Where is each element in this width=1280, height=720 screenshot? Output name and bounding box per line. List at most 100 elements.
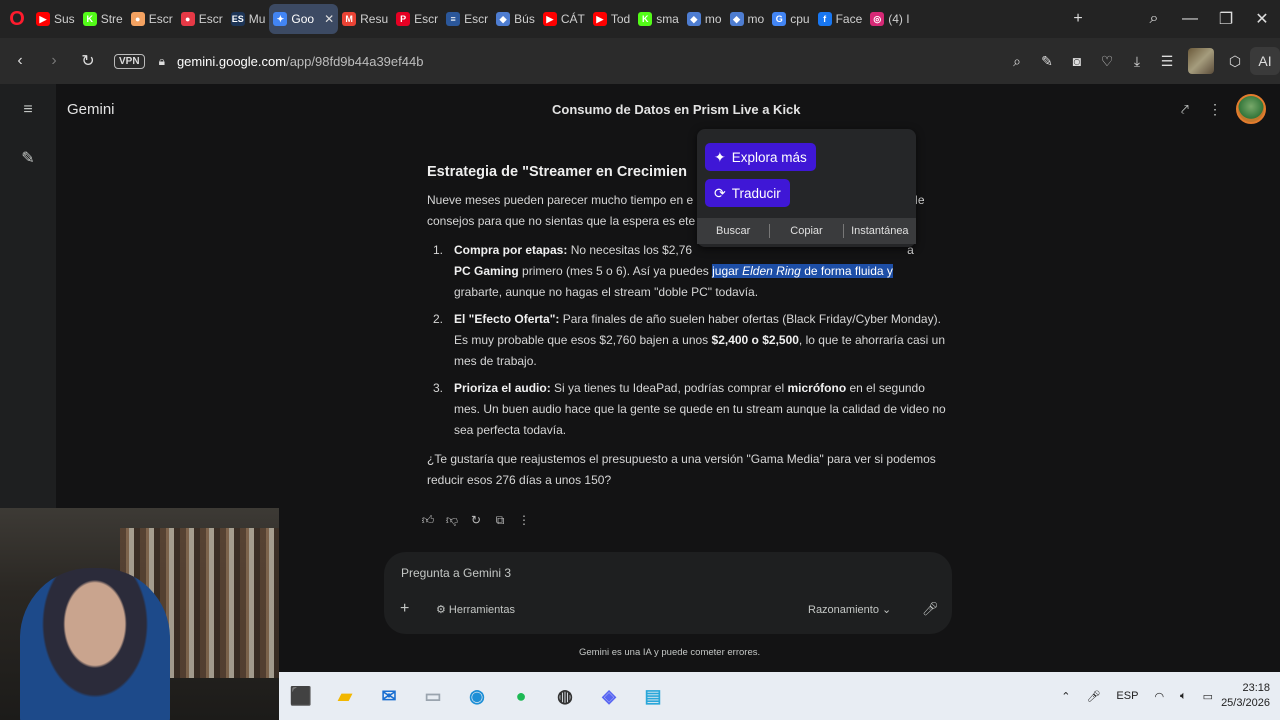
- snapshot-button[interactable]: Instantánea: [844, 225, 916, 237]
- wifi-icon[interactable]: ◠: [1154, 690, 1164, 703]
- browser-tab[interactable]: M Resu: [338, 4, 392, 34]
- item-text: No necesitas los $2,76: [567, 243, 693, 257]
- opera-logo-icon[interactable]: O: [6, 8, 28, 30]
- browser-tab[interactable]: ▶ Sus: [32, 4, 79, 34]
- download-icon[interactable]: ⤓: [1122, 53, 1152, 70]
- edge-icon[interactable]: ◉: [455, 672, 499, 720]
- close-window-icon[interactable]: ✕: [1244, 9, 1280, 29]
- camera-icon[interactable]: ◙: [1062, 53, 1092, 69]
- search-tabs-icon[interactable]: ⌕: [1136, 10, 1172, 28]
- selected-text[interactable]: jugar Elden Ring de forma fluida y: [712, 264, 893, 278]
- share-icon[interactable]: ⤤: [1170, 101, 1200, 118]
- more-icon[interactable]: ⋮: [516, 513, 532, 528]
- doc-icon: ≡: [446, 12, 461, 26]
- tab-label: Sus: [54, 12, 75, 26]
- clock[interactable]: 23:18 25/3/2026: [1221, 681, 1270, 711]
- browser-tab[interactable]: ◎ (4) I: [866, 4, 913, 34]
- search-icon[interactable]: ⌕: [1002, 53, 1032, 70]
- popup-action-bar: Buscar Copiar Instantánea: [697, 218, 916, 244]
- browser-tab[interactable]: Ksma: [634, 4, 683, 34]
- edit-icon[interactable]: ✎: [1032, 53, 1062, 70]
- spotify-icon[interactable]: ●: [499, 672, 543, 720]
- browser-tab[interactable]: ● Escr: [177, 4, 227, 34]
- acrobat-icon[interactable]: ⬛: [279, 672, 323, 720]
- volume-icon[interactable]: 🔈︎: [1180, 690, 1187, 703]
- youtube-icon: ▶: [592, 12, 607, 26]
- translate-button[interactable]: ⟳ Traducir: [705, 179, 790, 207]
- google-icon: G: [772, 12, 787, 26]
- selected-text-em: Elden Ring: [742, 264, 801, 278]
- back-icon[interactable]: ‹: [4, 52, 36, 70]
- minimize-icon[interactable]: —: [1172, 10, 1208, 28]
- url-host: gemini.google.com: [176, 53, 287, 69]
- tab-label: Escr: [414, 12, 439, 26]
- chevron-up-icon[interactable]: ⌃: [1061, 690, 1070, 703]
- reload-icon[interactable]: ↻: [72, 51, 104, 71]
- item-text: grabarte, aunque no hagas el stream "dob…: [454, 285, 759, 299]
- thumbs-up-icon[interactable]: 👍︎: [420, 513, 436, 528]
- tab-label: sma: [656, 12, 679, 26]
- browser-tab[interactable]: ✦ Goo ✕: [269, 4, 339, 34]
- cube-icon[interactable]: ⬡: [1220, 53, 1250, 70]
- thumbs-down-icon[interactable]: 👎︎: [444, 513, 460, 528]
- browser-tab[interactable]: ◆ mo: [683, 4, 726, 34]
- file-explorer-icon[interactable]: ▰: [323, 672, 367, 720]
- obs-icon[interactable]: ◍: [543, 672, 587, 720]
- aria-ai-button[interactable]: AI: [1250, 47, 1280, 75]
- browser-tab[interactable]: Gcpu: [768, 4, 813, 34]
- notepad-icon[interactable]: ▤: [631, 672, 675, 720]
- outlook-icon[interactable]: ✉: [367, 672, 411, 720]
- discord-icon[interactable]: ◈: [587, 672, 631, 720]
- list-item: 1. Compra por etapas: No necesitas los $…: [427, 240, 952, 303]
- battery-icon[interactable]: ▭: [1203, 690, 1213, 703]
- tools-button[interactable]: ⚙︎ Herramientas: [436, 603, 515, 616]
- browser-tab[interactable]: ◆ Bús: [492, 4, 539, 34]
- prompt-composer: Pregunta a Gemini 3 + ⚙︎ Herramientas Ra…: [384, 552, 952, 634]
- mic-icon[interactable]: 🎤︎: [922, 601, 939, 617]
- regenerate-icon[interactable]: ↻: [468, 513, 484, 528]
- prompt-input[interactable]: Pregunta a Gemini 3: [401, 566, 511, 580]
- item-title: Compra por etapas:: [454, 243, 568, 257]
- browser-tab[interactable]: P Escr: [392, 4, 442, 34]
- new-chat-icon[interactable]: ✎: [16, 148, 40, 168]
- tab-label: mo: [704, 12, 722, 26]
- es-icon: ES: [230, 12, 245, 26]
- profile-picture[interactable]: [1188, 48, 1214, 74]
- add-tab-icon[interactable]: +: [1060, 10, 1096, 28]
- close-tab-icon[interactable]: ✕: [324, 12, 334, 26]
- mode-label: Razonamiento: [808, 604, 879, 616]
- heart-icon[interactable]: ♡: [1092, 53, 1122, 70]
- tab-label: Escr: [198, 12, 223, 26]
- explore-more-button[interactable]: ✦ Explora más: [705, 143, 816, 171]
- browser-tab[interactable]: ▶ Tod: [589, 4, 634, 34]
- lock-icon[interactable]: 🔒︎: [159, 54, 165, 69]
- mode-selector[interactable]: Razonamiento ⌄: [808, 603, 891, 616]
- avatar[interactable]: [1236, 94, 1266, 124]
- gemini-brand[interactable]: Gemini: [67, 101, 115, 118]
- browser-tab[interactable]: ES Mu: [227, 4, 270, 34]
- add-icon[interactable]: +: [400, 600, 409, 618]
- list-item: 2. El "Efecto Oferta": Para finales de a…: [427, 309, 952, 372]
- language-indicator[interactable]: ESP: [1116, 690, 1138, 702]
- browser-tab[interactable]: K Stre: [79, 4, 127, 34]
- copy-button[interactable]: Copiar: [770, 225, 842, 237]
- vpn-badge[interactable]: VPN: [114, 53, 145, 69]
- browser-tab[interactable]: ▶ CÁT: [539, 4, 589, 34]
- url-field[interactable]: gemini.google.com/app/98fd9b44a39ef44b: [177, 54, 423, 69]
- item-title: El "Efecto Oferta":: [454, 312, 560, 326]
- browser-tab[interactable]: ≡ Escr: [442, 4, 492, 34]
- browser-tab[interactable]: f Face: [814, 4, 867, 34]
- menu-icon[interactable]: ☰: [1152, 53, 1182, 70]
- folder-icon[interactable]: ▭: [411, 672, 455, 720]
- search-button[interactable]: Buscar: [697, 225, 769, 237]
- browser-tab[interactable]: ◆ mo: [726, 4, 769, 34]
- explore-icon: ✦: [714, 148, 726, 165]
- more-options-icon[interactable]: ⋮: [1200, 101, 1230, 118]
- copy-icon[interactable]: ⧉: [492, 513, 508, 528]
- forward-icon[interactable]: ›: [38, 52, 70, 70]
- webcam-overlay: [0, 508, 279, 720]
- browser-tab[interactable]: ● Escr: [127, 4, 177, 34]
- hamburger-menu-icon[interactable]: ≡: [16, 101, 40, 119]
- restore-icon[interactable]: ❐: [1208, 9, 1244, 29]
- mic-tray-icon[interactable]: 🎤︎: [1086, 690, 1100, 703]
